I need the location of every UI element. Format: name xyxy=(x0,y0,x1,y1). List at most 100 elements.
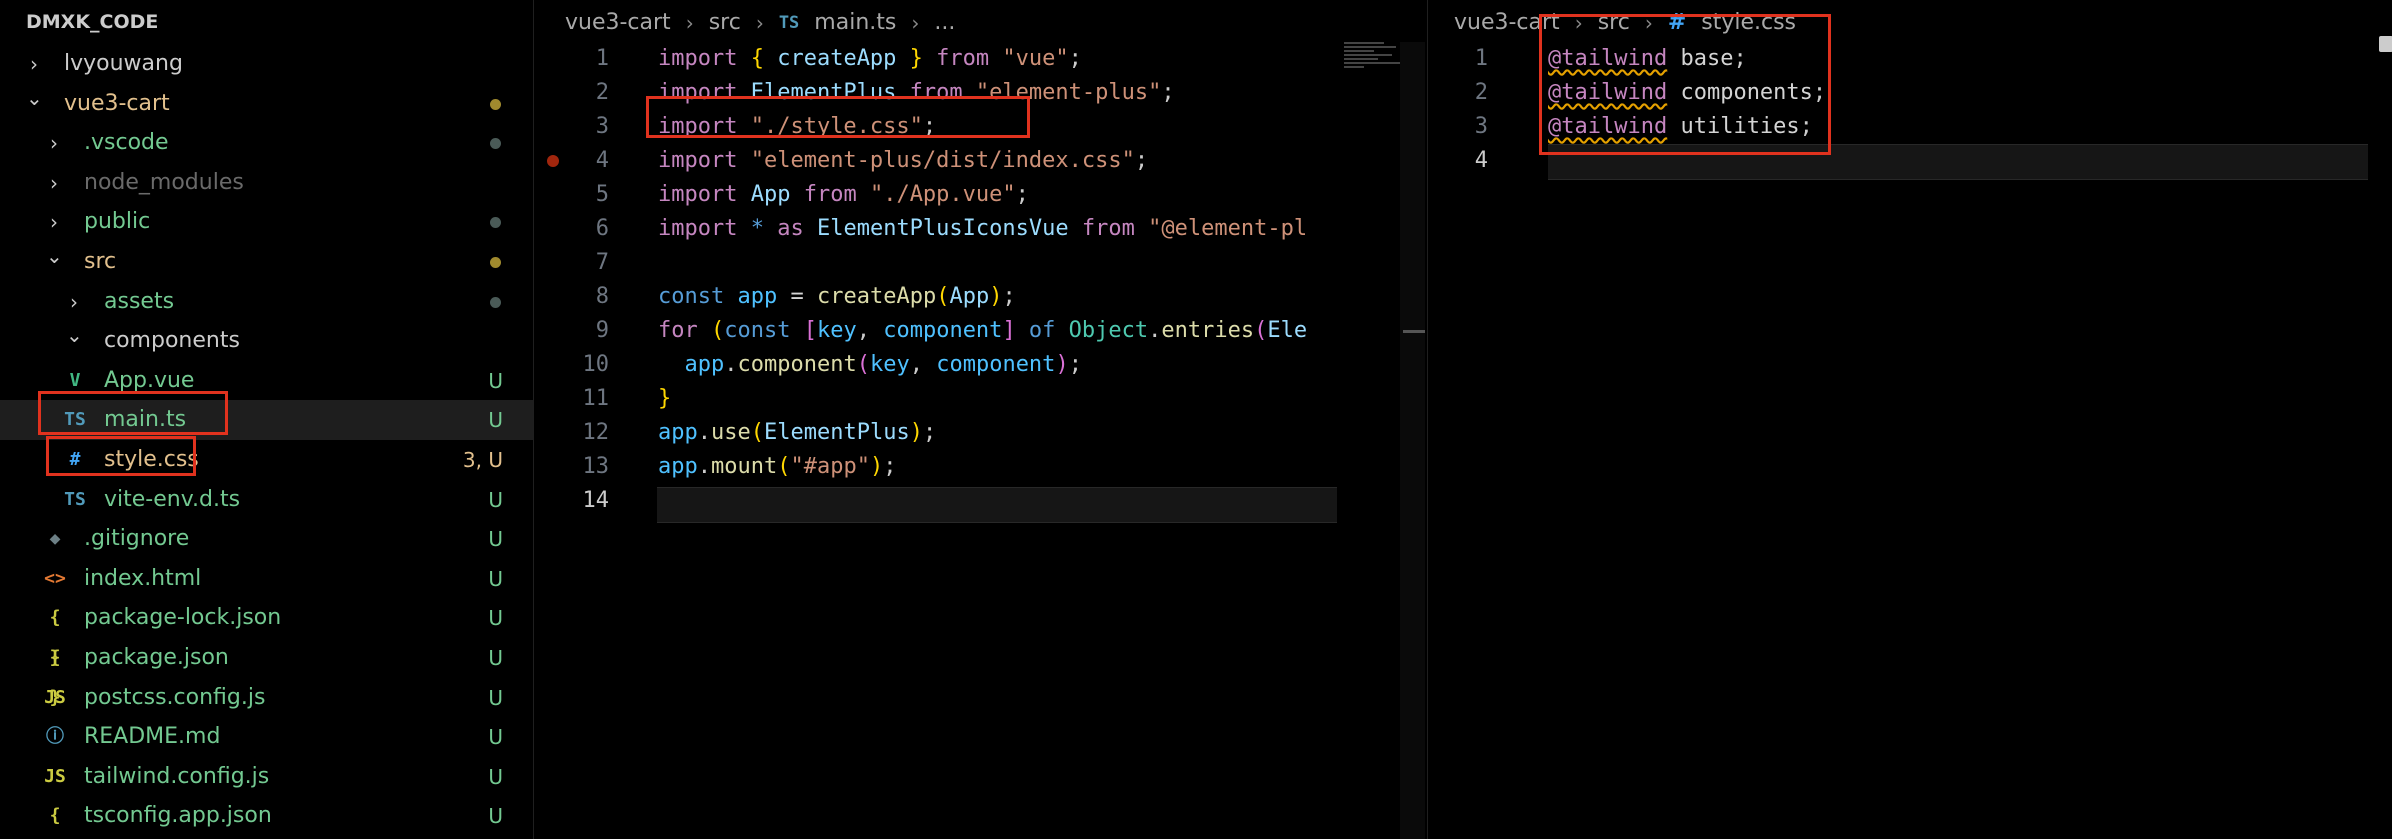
line-number: 3 xyxy=(595,114,609,139)
line-number: 3 xyxy=(1474,114,1488,139)
code-token: ( xyxy=(710,318,725,343)
code-token: ) xyxy=(869,454,884,479)
git-status-badge: U xyxy=(488,527,503,552)
code-token: [ xyxy=(803,318,817,343)
folder-item[interactable]: ⌄ vue3-cart xyxy=(0,84,533,124)
breadcrumb-folder[interactable]: vue3-cart xyxy=(565,8,671,38)
code-token: mount xyxy=(711,454,778,479)
code-token: ; xyxy=(922,420,937,445)
minimap[interactable] xyxy=(1344,42,1400,72)
scrollbar-thumb[interactable] xyxy=(1403,330,1425,333)
line-number: 2 xyxy=(1474,80,1488,105)
line-number: 6 xyxy=(595,216,609,241)
tree-item-label: package.json xyxy=(84,645,229,670)
code-line[interactable]: 4 import "element-plus/dist/index.css"; xyxy=(535,144,1425,178)
code-token: import xyxy=(658,46,751,71)
file-item[interactable]: { } package-lock.json U xyxy=(0,598,533,668)
code-token: as xyxy=(777,216,817,241)
highlight-main-ts xyxy=(38,391,228,435)
code-token: from xyxy=(1068,216,1149,241)
code-line[interactable]: 12 app.use(ElementPlus); xyxy=(535,416,1425,450)
file-item[interactable]: JS tailwind.config.js U xyxy=(0,757,533,797)
code-token: app xyxy=(684,352,725,377)
code-token: "element-plus/dist/index.css" xyxy=(750,148,1135,173)
git-status-badge: U xyxy=(488,804,503,829)
code-token: Object xyxy=(1068,318,1149,343)
code-token: ; xyxy=(1134,148,1149,173)
folder-item[interactable]: › node_modules xyxy=(0,163,533,203)
code-line[interactable]: 6 import * as ElementPlusIconsVue from "@… xyxy=(535,212,1425,246)
chevron-right-icon[interactable]: › xyxy=(46,163,62,203)
code-token: import xyxy=(658,216,751,241)
file-item[interactable]: TS vite-env.d.ts U xyxy=(0,480,533,520)
code-line[interactable]: 11} xyxy=(535,382,1425,416)
line-number: 5 xyxy=(595,182,609,207)
code-token: . xyxy=(724,352,738,377)
editor-style-css[interactable]: vue3-cart › src › # style.css 1 @tailwind… xyxy=(1427,0,2392,839)
folder-item[interactable]: ⌄ src xyxy=(0,242,533,282)
chevron-right-icon[interactable]: › xyxy=(46,202,62,242)
file-item[interactable]: <> index.html U xyxy=(0,559,533,599)
code-line[interactable]: 5 import App from "./App.vue"; xyxy=(535,178,1425,212)
code-line[interactable]: 9 for (const [key, component] of Object.e… xyxy=(535,314,1425,348)
status-dot xyxy=(490,98,501,110)
code-line[interactable]: 8 const app = createApp(App); xyxy=(535,280,1425,314)
git-status-badge: U xyxy=(488,487,503,512)
tree-item-label: README.md xyxy=(84,724,221,750)
vertical-scrollbar[interactable] xyxy=(1400,42,1425,839)
file-item[interactable]: { } package.json U xyxy=(0,638,533,708)
editor-main-ts[interactable]: vue3-cart › src › TS main.ts › ... 1 impo… xyxy=(535,0,1425,839)
chevron-down-icon[interactable]: ⌄ xyxy=(26,84,43,112)
folder-item[interactable]: ⌄ components xyxy=(0,321,533,361)
code-token: const xyxy=(724,318,804,343)
code-text: const app = createApp(App); xyxy=(658,280,1016,314)
folder-item[interactable]: › assets xyxy=(0,282,533,322)
folder-item[interactable]: › public xyxy=(0,202,533,242)
explorer-root-title[interactable]: DMXK_CODE xyxy=(26,10,158,34)
line-number: 7 xyxy=(595,250,609,275)
code-token: = xyxy=(777,284,817,309)
tree-item-label: src xyxy=(84,249,117,274)
code-token: } xyxy=(896,46,923,71)
chevron-down-icon[interactable]: ⌄ xyxy=(66,321,83,349)
git-status-badge: U xyxy=(488,368,503,393)
status-dot xyxy=(490,217,501,229)
highlight-tailwind-directives xyxy=(1539,14,1831,155)
code-token: ; xyxy=(1161,80,1175,105)
file-item[interactable]: ⓘ README.md U xyxy=(0,717,533,757)
line-number: 10 xyxy=(582,352,610,377)
code-line[interactable]: 13 app.mount("#app"); xyxy=(535,450,1425,484)
chevron-right-icon[interactable]: › xyxy=(46,123,62,163)
code-line[interactable]: 10 app.component(key, component); xyxy=(535,348,1425,382)
breadcrumb-more[interactable]: ... xyxy=(934,8,955,38)
code-token: from xyxy=(922,46,1003,71)
code-line[interactable]: 7 xyxy=(535,246,1425,280)
code-token: ; xyxy=(883,454,897,479)
code-line[interactable]: 14 xyxy=(535,484,1425,518)
code-text: import * as ElementPlusIconsVue from "@e… xyxy=(658,212,1307,246)
folder-item[interactable]: › lvyouwang xyxy=(0,44,533,84)
chevron-right-icon[interactable]: › xyxy=(66,282,82,322)
js-file-icon: JS xyxy=(44,765,66,787)
breadcrumb-src[interactable]: src xyxy=(709,8,741,38)
file-item[interactable]: ◆ .gitignore U xyxy=(0,519,533,559)
code-token: , xyxy=(856,318,884,343)
file-item[interactable]: JS postcss.config.js U xyxy=(0,678,533,718)
code-token: ( xyxy=(1254,318,1268,343)
code-token: use xyxy=(711,420,751,445)
chevron-right-icon: › xyxy=(911,11,920,35)
chevron-down-icon[interactable]: ⌄ xyxy=(46,242,63,270)
line-number: 2 xyxy=(595,80,609,105)
code-token: createApp xyxy=(777,46,897,71)
code-line[interactable]: 1 import { createApp } from "vue"; xyxy=(535,42,1425,76)
scrollbar-thumb[interactable] xyxy=(2379,36,2392,52)
explorer-panel: DMXK_CODE › lvyouwang ⌄ vue3-cart › .vscode › n… xyxy=(0,0,534,839)
file-item[interactable]: { } tsconfig.app.json U xyxy=(0,796,533,836)
code-token: ; xyxy=(1068,352,1082,377)
folder-item[interactable]: › .vscode xyxy=(0,123,533,163)
chevron-right-icon[interactable]: › xyxy=(26,44,42,84)
code-token: component xyxy=(936,352,1056,377)
line-number: 11 xyxy=(582,386,610,411)
breadcrumb-file[interactable]: main.ts xyxy=(814,8,896,38)
